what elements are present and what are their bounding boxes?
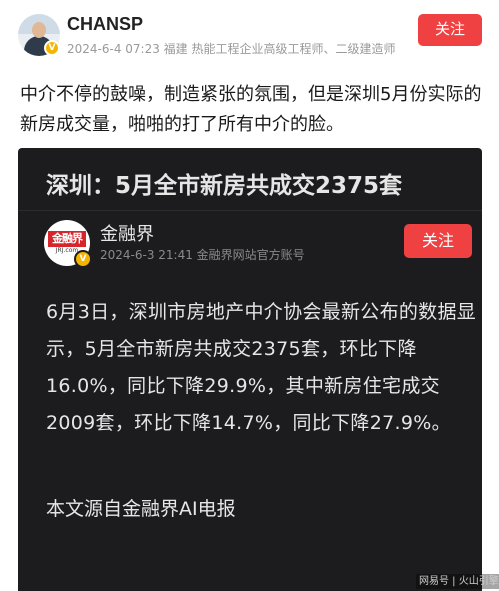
divider xyxy=(18,210,482,211)
source-meta: 2024-6-3 21:41 金融界网站官方账号 xyxy=(100,248,305,262)
post-text: 中介不停的鼓噪，制造紧张的氛围，但是深圳5月份实际的新房成交量，啪啪的打了所有中… xyxy=(20,84,482,135)
post-header: V CHANSP 2024-6-4 07:23 福建 热能工程企业高级工程师、二… xyxy=(0,0,499,70)
source-logo-icon: 金融界 xyxy=(48,231,86,247)
watermark: 网易号 | 火山引擎 xyxy=(416,574,499,589)
author-meta: 2024-6-4 07:23 福建 热能工程企业高级工程师、二级建造师 xyxy=(67,42,396,56)
verified-badge-icon: V xyxy=(44,40,60,56)
embedded-article-footnote: 本文源自金融界AI电报 xyxy=(46,498,236,520)
embedded-article-title: 深圳：5月全市新房共成交2375套 xyxy=(46,173,403,199)
follow-button[interactable]: 关注 xyxy=(418,14,482,46)
embedded-article-card[interactable]: 深圳：5月全市新房共成交2375套 金融界 JRJ.com V 金融界 2024… xyxy=(18,148,482,591)
source-name[interactable]: 金融界 xyxy=(100,220,154,246)
author-name[interactable]: CHANSP xyxy=(67,14,143,35)
source-follow-button[interactable]: 关注 xyxy=(404,224,472,258)
source-verified-badge-icon: V xyxy=(74,250,92,268)
avatar-face xyxy=(32,22,46,38)
embedded-article-body: 6月3日，深圳市房地产中介协会最新公布的数据显示，5月全市新房共成交2375套，… xyxy=(46,301,477,434)
